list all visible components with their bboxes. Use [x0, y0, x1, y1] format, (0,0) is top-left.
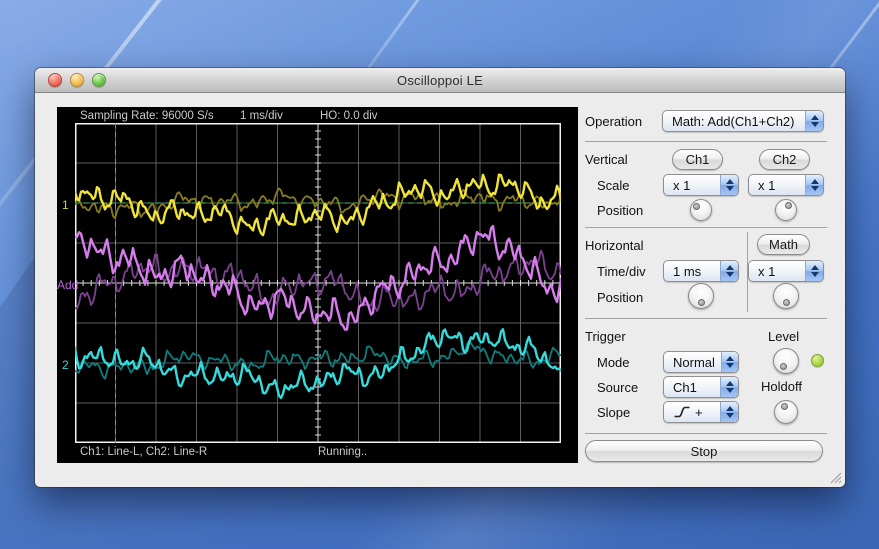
stop-button[interactable]: Stop — [585, 440, 823, 462]
trigger-holdoff-label: Holdoff — [761, 379, 802, 394]
ch2-scale-popup[interactable]: x 1 — [748, 174, 824, 196]
knob-indicator-dot — [783, 299, 790, 306]
section-divider — [585, 433, 827, 434]
stepper-arrows-icon — [720, 175, 738, 195]
holdoff-readout: HO: 0.0 div — [320, 110, 378, 122]
stepper-arrows-icon — [720, 402, 738, 422]
scope-display: Sampling Rate: 96000 S/s 1 ms/div HO: 0.… — [57, 107, 578, 463]
knob-indicator-dot — [780, 363, 787, 370]
horizontal-section-label: Horizontal — [585, 238, 644, 253]
time-div-label: Time/div — [597, 264, 646, 279]
app-window: Oscilloppoi LE Sampling Rate: 96000 S/s … — [35, 68, 845, 487]
math-button[interactable]: Math — [757, 234, 810, 255]
vertical-section-label: Vertical — [585, 152, 628, 167]
ch2-zero-label: 2 — [62, 358, 69, 372]
section-divider — [585, 227, 827, 228]
section-divider — [585, 318, 827, 319]
operation-popup[interactable]: Math: Add(Ch1+Ch2) — [662, 110, 824, 132]
timebase-readout: 1 ms/div — [240, 110, 283, 122]
ch1-button[interactable]: Ch1 — [672, 149, 723, 170]
knob-indicator-dot — [785, 202, 792, 209]
ch1-scale-popup[interactable]: x 1 — [663, 174, 739, 196]
scope-graticule — [75, 123, 561, 443]
knob-indicator-dot — [781, 403, 788, 410]
stepper-arrows-icon — [805, 111, 823, 131]
trigger-slope-label: Slope — [597, 405, 630, 420]
horizontal-position-label: Position — [597, 290, 643, 305]
math-scale-popup[interactable]: x 1 — [748, 260, 824, 282]
window-title: Oscilloppoi LE — [35, 73, 845, 88]
trigger-led — [811, 354, 824, 367]
trigger-holdoff-knob[interactable] — [774, 400, 798, 424]
stepper-arrows-icon — [721, 352, 738, 372]
vertical-position-label: Position — [597, 203, 643, 218]
stepper-arrows-icon — [805, 175, 823, 195]
sampling-rate-readout: Sampling Rate: 96000 S/s — [80, 110, 214, 122]
add-zero-label: Add — [57, 278, 78, 292]
knob-indicator-dot — [698, 299, 705, 306]
knob-indicator-dot — [693, 203, 700, 210]
time-div-popup[interactable]: 1 ms — [663, 260, 739, 282]
trigger-slope-popup[interactable]: + — [663, 401, 739, 423]
stepper-arrows-icon — [720, 261, 738, 281]
section-divider — [585, 141, 827, 142]
ch2-button[interactable]: Ch2 — [759, 149, 810, 170]
trigger-source-label: Source — [597, 380, 638, 395]
trigger-level-label: Level — [768, 329, 799, 344]
resize-grip[interactable] — [829, 471, 842, 484]
math-position-knob[interactable] — [773, 283, 799, 309]
rising-edge-icon — [673, 405, 691, 419]
trigger-level-knob[interactable] — [773, 348, 799, 374]
title-bar[interactable]: Oscilloppoi LE — [35, 68, 845, 93]
trigger-mode-label: Mode — [597, 355, 630, 370]
horizontal-position-knob[interactable] — [688, 283, 714, 309]
channel-source-readout: Ch1: Line-L, Ch2: Line-R — [80, 446, 207, 458]
ch1-zero-label: 1 — [62, 198, 69, 212]
stepper-arrows-icon — [720, 377, 738, 397]
operation-label: Operation — [585, 114, 642, 129]
run-status: Running.. — [318, 446, 367, 458]
trigger-mode-popup[interactable]: Normal — [663, 351, 739, 373]
stepper-arrows-icon — [805, 261, 823, 281]
ch2-position-knob[interactable] — [775, 199, 797, 221]
scale-label: Scale — [597, 178, 630, 193]
trigger-section-label: Trigger — [585, 329, 626, 344]
ch1-position-knob[interactable] — [690, 199, 712, 221]
trigger-source-popup[interactable]: Ch1 — [663, 376, 739, 398]
